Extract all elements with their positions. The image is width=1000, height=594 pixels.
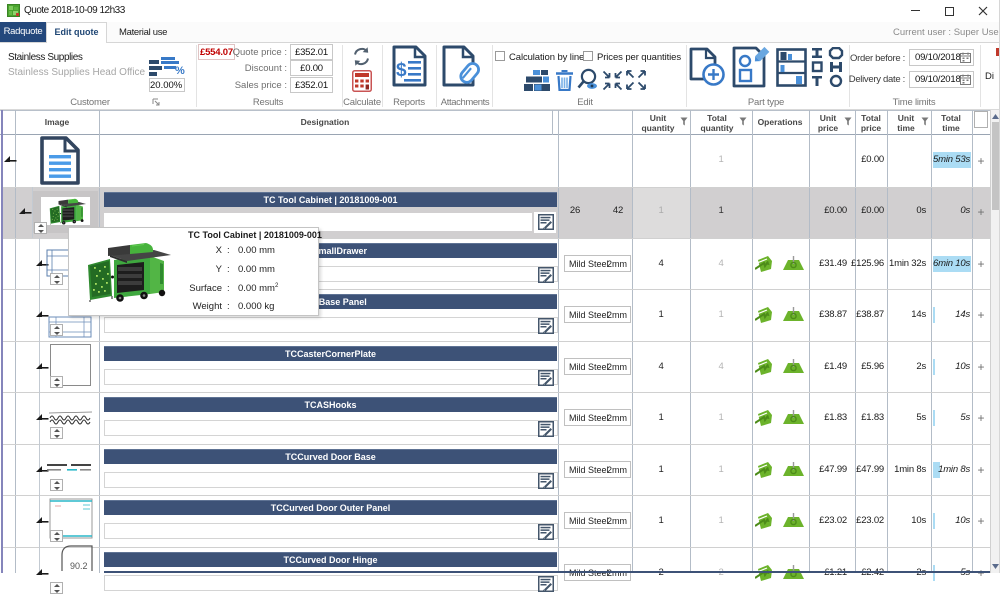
svg-text:%: % [175,65,185,77]
svg-text:$: $ [396,60,407,81]
svg-text:90.2: 90.2 [70,561,88,571]
